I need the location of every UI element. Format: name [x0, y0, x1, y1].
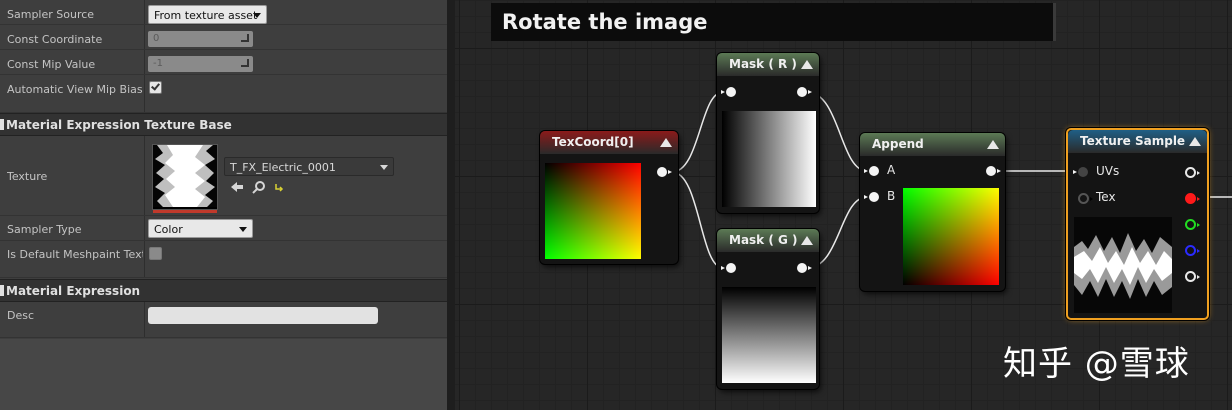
property-row-texture: Texture T_FX_Electric_0001	[0, 136, 447, 216]
property-row-const-coordinate: Const Coordinate 0	[0, 25, 447, 50]
input-pin-a[interactable]	[864, 166, 879, 176]
sampler-source-dropdown[interactable]: From texture asset	[148, 5, 267, 24]
const-mip-field[interactable]: -1	[148, 56, 253, 72]
chevron-down-icon	[239, 227, 247, 232]
node-title: Append	[872, 137, 924, 151]
node-mask-g[interactable]: Mask ( G )	[717, 229, 819, 389]
pin-label-a: A	[887, 163, 896, 177]
node-title: Mask ( G )	[729, 233, 798, 247]
use-selected-arrow-icon[interactable]	[230, 181, 244, 193]
material-graph-canvas[interactable]: Rotate the image TexCoord[0] Mask (R) …	[455, 0, 1232, 410]
append-preview	[903, 188, 999, 285]
sampler-type-dropdown[interactable]: Color	[148, 219, 253, 238]
input-pin[interactable]	[721, 87, 736, 97]
auto-mip-bias-label: Automatic View Mip Bias	[7, 83, 143, 96]
node-title: TexCoord[0]	[552, 135, 634, 149]
wire-texcoord-mask-g	[671, 171, 724, 269]
node-title: Mask ( R )	[729, 57, 797, 71]
resize-handle-icon	[241, 34, 249, 42]
input-pin-uvs[interactable]	[1073, 167, 1088, 177]
watermark: 知乎 @雪球	[1003, 344, 1190, 384]
chevron-down-icon	[380, 165, 388, 170]
reset-arrow-icon[interactable]	[274, 182, 284, 192]
texture-color-bar	[153, 210, 217, 213]
uv-gradient-preview	[545, 163, 641, 259]
output-pin-g[interactable]	[1185, 219, 1200, 230]
output-pin-a[interactable]	[1185, 271, 1200, 282]
electric-texture-image	[1074, 217, 1172, 313]
collapse-arrow-icon	[0, 119, 4, 130]
collapse-arrow-icon[interactable]	[1189, 137, 1201, 146]
texture-asset-dropdown[interactable]: T_FX_Electric_0001	[224, 157, 394, 176]
details-panel: Sampler Source From texture asset Const …	[0, 0, 447, 410]
output-pin[interactable]	[986, 166, 1001, 176]
property-row-desc: Desc	[0, 302, 447, 338]
input-pin-tex[interactable]	[1078, 193, 1093, 204]
green-channel-preview	[722, 287, 816, 383]
input-pin-b[interactable]	[864, 192, 879, 202]
meshpaint-checkbox[interactable]	[149, 247, 162, 260]
red-channel-preview	[722, 111, 816, 207]
sampler-type-label: Sampler Type	[7, 223, 82, 236]
node-append[interactable]: Append A B	[860, 133, 1005, 291]
desc-label: Desc	[7, 309, 35, 322]
node-texcoord[interactable]: TexCoord[0]	[540, 131, 678, 264]
texture-label: Texture	[7, 170, 48, 183]
category-material-expression[interactable]: Material Expression	[0, 279, 447, 302]
browse-magnifier-icon[interactable]	[252, 180, 266, 194]
resize-handle-icon	[241, 59, 249, 67]
texture-sample-preview	[1074, 217, 1172, 313]
property-row-sampler-type: Sampler Type Color	[0, 216, 447, 241]
auto-mip-bias-checkbox[interactable]	[149, 81, 162, 94]
panel-splitter[interactable]	[447, 0, 455, 410]
const-mip-label: Const Mip Value	[7, 58, 96, 71]
output-pin-b[interactable]	[1185, 245, 1200, 256]
wire-texcoord-mask-r	[671, 91, 724, 173]
property-row-auto-mip-bias: Automatic View Mip Bias	[0, 75, 447, 113]
checkmark-icon	[151, 81, 160, 91]
sampler-source-label: Sampler Source	[7, 8, 95, 21]
collapse-arrow-icon	[0, 285, 4, 296]
node-texture-sample[interactable]: Texture Sample UVs Tex	[1066, 128, 1209, 320]
collapse-arrow-icon[interactable]	[801, 60, 813, 69]
const-coordinate-label: Const Coordinate	[7, 33, 103, 46]
pin-label-b: B	[887, 189, 896, 203]
property-row-const-mip: Const Mip Value -1	[0, 50, 447, 75]
desc-input[interactable]	[148, 307, 378, 324]
category-texture-base[interactable]: Material Expression Texture Base	[0, 113, 447, 136]
property-row-meshpaint: Is Default Meshpaint Textu	[0, 241, 447, 278]
pin-label-tex: Tex	[1096, 190, 1116, 204]
node-mask-r[interactable]: Mask ( R )	[717, 53, 819, 213]
electric-texture-image	[153, 145, 217, 207]
collapse-arrow-icon[interactable]	[801, 236, 813, 245]
collapse-arrow-icon[interactable]	[987, 140, 999, 149]
output-pin-r[interactable]	[1185, 193, 1200, 204]
output-pin[interactable]	[797, 263, 812, 273]
node-title: Texture Sample	[1080, 134, 1186, 148]
details-empty-area	[0, 339, 447, 410]
output-pin-rgb[interactable]	[1185, 167, 1200, 178]
output-pin[interactable]	[797, 87, 812, 97]
texture-thumbnail[interactable]	[152, 144, 218, 213]
input-pin[interactable]	[721, 263, 736, 273]
pin-label-uvs: UVs	[1096, 164, 1120, 178]
output-pin[interactable]	[657, 167, 672, 177]
const-coordinate-field[interactable]: 0	[148, 31, 253, 47]
chevron-down-icon	[253, 13, 261, 18]
property-row-sampler-source: Sampler Source From texture asset	[0, 0, 447, 25]
material-editor: Sampler Source From texture asset Const …	[0, 0, 1232, 410]
meshpaint-label: Is Default Meshpaint Textu	[7, 248, 143, 261]
collapse-arrow-icon[interactable]	[660, 138, 672, 147]
